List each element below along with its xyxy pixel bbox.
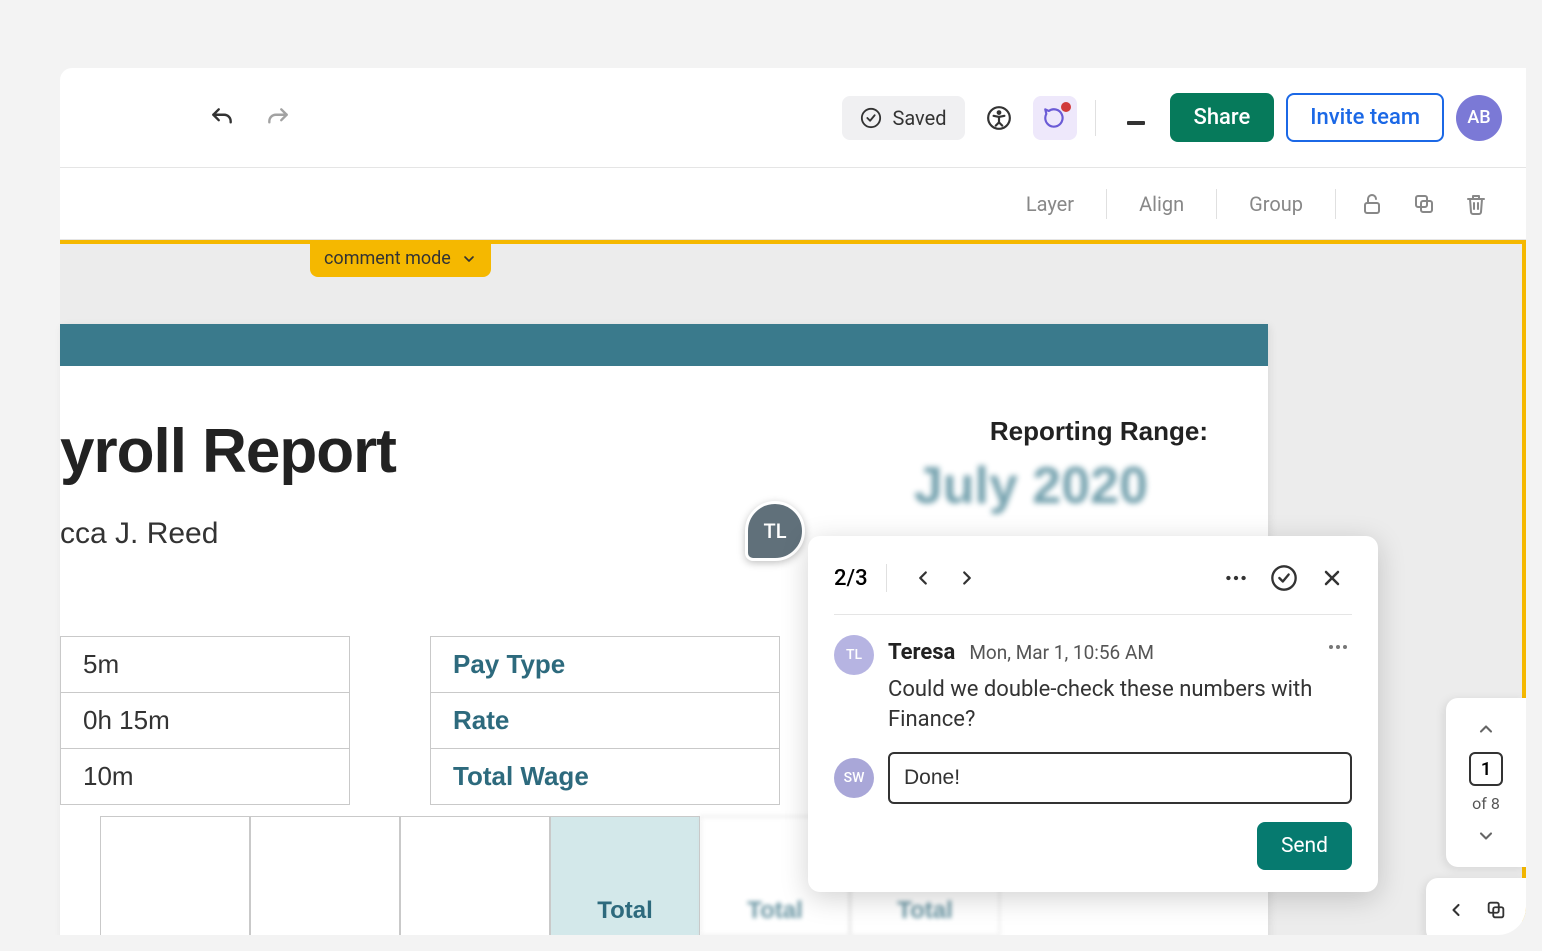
current-page-number[interactable]: 1 bbox=[1469, 752, 1503, 786]
page-down-button[interactable] bbox=[1466, 821, 1506, 851]
table-cell: 10m bbox=[61, 749, 350, 805]
comment-counter: 2/3 bbox=[834, 566, 868, 591]
app-window: Saved Share Invite team AB Layer Align G… bbox=[60, 68, 1526, 935]
page-total-label: of 8 bbox=[1472, 794, 1500, 813]
chevron-left-icon bbox=[912, 567, 934, 589]
comment-author-name: Teresa bbox=[888, 640, 955, 665]
comment-reply-input[interactable] bbox=[888, 752, 1352, 804]
reporting-range-value: July 2020 bbox=[914, 456, 1148, 516]
table-cell: 5m bbox=[61, 637, 350, 693]
totals-cell bbox=[100, 816, 250, 935]
comment-timestamp: Mon, Mar 1, 10:56 AM bbox=[969, 641, 1154, 664]
accessibility-icon bbox=[986, 105, 1012, 131]
prev-tool-button[interactable] bbox=[1438, 892, 1474, 928]
pay-table: Pay Type Rate Total Wage bbox=[430, 636, 780, 805]
copy-icon bbox=[1412, 192, 1436, 216]
page-tools bbox=[1426, 878, 1526, 935]
chevron-left-icon bbox=[1446, 900, 1466, 920]
comment-text: Could we double-check these numbers with… bbox=[888, 675, 1352, 734]
notification-dot-icon bbox=[1061, 102, 1071, 112]
table-cell: Pay Type bbox=[431, 637, 780, 693]
totals-cell bbox=[250, 816, 400, 935]
mode-selector[interactable]: comment mode bbox=[310, 240, 491, 277]
comment-thread-item: TL Teresa Mon, Mar 1, 10:56 AM Could we … bbox=[834, 615, 1352, 734]
table-cell: 0h 15m bbox=[61, 693, 350, 749]
comment-panel-header: 2/3 bbox=[834, 558, 1352, 615]
redo-icon bbox=[265, 105, 291, 131]
close-comment-button[interactable] bbox=[1312, 558, 1352, 598]
unlock-icon bbox=[1360, 192, 1384, 216]
reply-author-avatar: SW bbox=[834, 758, 874, 798]
accessibility-button[interactable] bbox=[977, 96, 1021, 140]
comment-author-avatar: TL bbox=[834, 635, 874, 675]
check-circle-icon bbox=[1270, 564, 1298, 592]
align-menu[interactable]: Align bbox=[1121, 192, 1202, 216]
page-up-button[interactable] bbox=[1466, 714, 1506, 744]
resolve-comment-button[interactable] bbox=[1264, 558, 1304, 598]
page-navigator: 1 of 8 bbox=[1446, 698, 1526, 867]
copy-icon bbox=[1485, 899, 1507, 921]
present-button[interactable] bbox=[1114, 96, 1158, 140]
save-status-label: Saved bbox=[892, 106, 946, 130]
document-body: yroll Report cca J. Reed Reporting Range… bbox=[60, 366, 1268, 551]
chevron-right-icon bbox=[956, 567, 978, 589]
save-status: Saved bbox=[842, 96, 964, 140]
lock-button[interactable] bbox=[1350, 182, 1394, 226]
trash-icon bbox=[1464, 192, 1488, 216]
table-cell: Rate bbox=[431, 693, 780, 749]
hours-table: 5m 0h 15m 10m bbox=[60, 636, 350, 805]
share-button[interactable]: Share bbox=[1170, 93, 1275, 142]
copy-button[interactable] bbox=[1402, 182, 1446, 226]
mode-label: comment mode bbox=[324, 248, 451, 269]
comment-item-menu[interactable] bbox=[1324, 635, 1352, 659]
comment-panel: 2/3 TL bbox=[808, 536, 1378, 892]
comments-button[interactable] bbox=[1033, 96, 1077, 140]
prev-comment-button[interactable] bbox=[905, 560, 941, 596]
comment-reply-row: SW bbox=[834, 752, 1352, 804]
group-menu[interactable]: Group bbox=[1231, 192, 1321, 216]
reporting-range-label: Reporting Range: bbox=[990, 416, 1208, 447]
layer-menu[interactable]: Layer bbox=[1008, 192, 1092, 216]
more-horizontal-icon bbox=[1326, 635, 1350, 659]
divider bbox=[1106, 189, 1107, 219]
top-toolbar: Saved Share Invite team AB bbox=[60, 68, 1526, 168]
user-avatar[interactable]: AB bbox=[1456, 95, 1502, 141]
redo-button[interactable] bbox=[256, 96, 300, 140]
chevron-up-icon bbox=[1476, 719, 1496, 739]
document-header-band bbox=[60, 324, 1268, 366]
check-circle-icon bbox=[860, 107, 882, 129]
chevron-down-icon bbox=[461, 251, 477, 267]
totals-cell bbox=[400, 816, 550, 935]
delete-button[interactable] bbox=[1454, 182, 1498, 226]
comment-options-button[interactable] bbox=[1216, 558, 1256, 598]
divider bbox=[1216, 189, 1217, 219]
more-horizontal-icon bbox=[1223, 565, 1249, 591]
format-toolbar: Layer Align Group bbox=[60, 168, 1526, 240]
comment-pin[interactable]: TL bbox=[745, 501, 805, 561]
divider bbox=[1095, 100, 1096, 136]
next-comment-button[interactable] bbox=[949, 560, 985, 596]
undo-button[interactable] bbox=[200, 96, 244, 140]
send-comment-button[interactable]: Send bbox=[1257, 822, 1352, 870]
table-cell: Total Wage bbox=[431, 749, 780, 805]
chevron-down-icon bbox=[1476, 826, 1496, 846]
undo-icon bbox=[209, 105, 235, 131]
divider bbox=[1335, 189, 1336, 219]
close-icon bbox=[1320, 566, 1344, 590]
totals-cell: Total bbox=[550, 816, 700, 935]
copy-page-button[interactable] bbox=[1478, 892, 1514, 928]
present-icon bbox=[1124, 106, 1148, 130]
invite-team-button[interactable]: Invite team bbox=[1286, 93, 1444, 142]
divider bbox=[886, 564, 887, 592]
